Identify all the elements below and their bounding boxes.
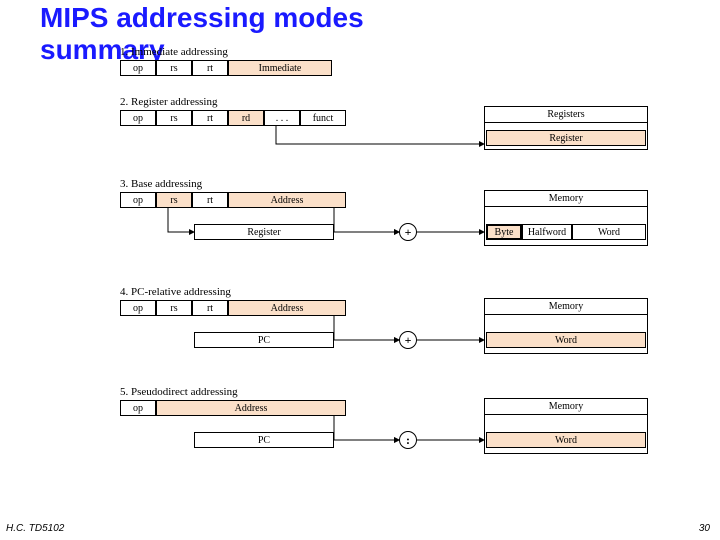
mode5-memory-label: Memory — [484, 398, 648, 414]
mode2-registers-label: Registers — [484, 106, 648, 122]
mode1-op: op — [120, 60, 156, 76]
mode1-heading: 1. Immediate addressing — [120, 46, 228, 58]
mode3-byte: Byte — [486, 224, 522, 240]
mode1-immediate: Immediate — [228, 60, 332, 76]
slide-title-line1: MIPS addressing modes — [0, 0, 720, 32]
slide-number: 30 — [699, 523, 710, 534]
mode2-heading: 2. Register addressing — [120, 96, 217, 108]
mode2-op: op — [120, 110, 156, 126]
mode4-pc: PC — [194, 332, 334, 348]
mode5-concat-circle: : — [399, 431, 417, 449]
mode4-heading: 4. PC-relative addressing — [120, 286, 231, 298]
addressing-diagram: 1. Immediate addressing op rs rt Immedia… — [96, 52, 672, 502]
mode4-op: op — [120, 300, 156, 316]
mode5-word: Word — [486, 432, 646, 448]
mode2-register: Register — [486, 130, 646, 146]
mode2-rd: rd — [228, 110, 264, 126]
mode5-pc: PC — [194, 432, 334, 448]
mode2-funct: funct — [300, 110, 346, 126]
mode4-word: Word — [486, 332, 646, 348]
mode3-halfword: Halfword — [522, 224, 572, 240]
mode3-register: Register — [194, 224, 334, 240]
mode1-rs: rs — [156, 60, 192, 76]
mode2-dots: . . . — [264, 110, 300, 126]
mode5-op: op — [120, 400, 156, 416]
mode3-rt: rt — [192, 192, 228, 208]
mode3-heading: 3. Base addressing — [120, 178, 202, 190]
mode5-address: Address — [156, 400, 346, 416]
mode4-address: Address — [228, 300, 346, 316]
mode2-rs: rs — [156, 110, 192, 126]
mode4-plus-circle: + — [399, 331, 417, 349]
mode3-plus-circle: + — [399, 223, 417, 241]
footer-left: H.C. TD5102 — [6, 523, 64, 534]
mode4-rs: rs — [156, 300, 192, 316]
mode3-op: op — [120, 192, 156, 208]
mode2-rt: rt — [192, 110, 228, 126]
mode4-rt: rt — [192, 300, 228, 316]
mode3-address: Address — [228, 192, 346, 208]
mode1-rt: rt — [192, 60, 228, 76]
mode3-memory-label: Memory — [484, 190, 648, 206]
mode4-memory-label: Memory — [484, 298, 648, 314]
mode5-heading: 5. Pseudodirect addressing — [120, 386, 238, 398]
mode3-word: Word — [572, 224, 646, 240]
mode3-rs: rs — [156, 192, 192, 208]
